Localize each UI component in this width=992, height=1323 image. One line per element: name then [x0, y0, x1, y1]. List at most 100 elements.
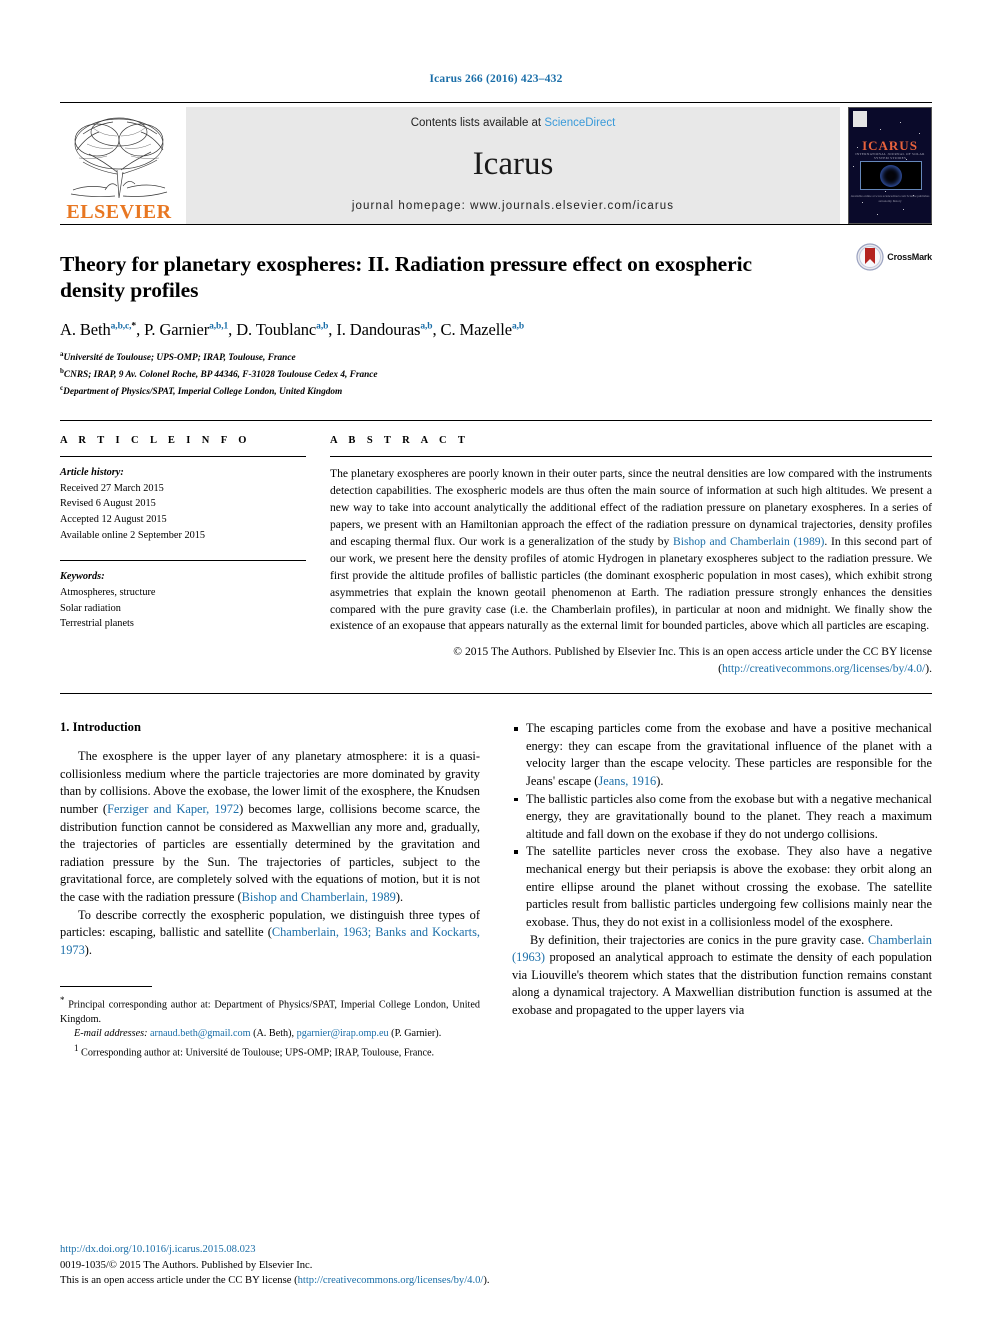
closing-text-b: proposed an analytical approach to estim… [512, 950, 932, 1017]
footnote-one-text: Corresponding author at: Université de T… [78, 1047, 435, 1059]
info-abstract-region: A R T I C L E I N F O Article history: R… [60, 435, 932, 678]
author-affil-marks: a,b [316, 321, 329, 332]
elsevier-tree-icon [70, 117, 168, 199]
info-top-rule [60, 420, 932, 422]
article-history-label: Article history: [60, 467, 124, 479]
masthead-center: Contents lists available at ScienceDirec… [186, 107, 840, 224]
author-name: D. Toublanc [236, 320, 317, 340]
author-corresponding-mark: * [131, 321, 137, 332]
article-history-block: Article history: Received 27 March 2015 … [60, 465, 306, 543]
author-name: I. Dandouras [336, 320, 421, 340]
crossmark-badge[interactable]: CrossMark [856, 243, 932, 271]
footnote-corresponding-author: * Principal corresponding author at: Dep… [60, 994, 480, 1028]
history-item: Available online 2 September 2015 [60, 529, 206, 541]
footnote-star-text: Principal corresponding author at: Depar… [60, 998, 480, 1025]
abstract-rule [330, 456, 932, 458]
footnote-emails: E-mail addresses: arnaud.beth@gmail.com … [60, 1027, 480, 1042]
affiliation-list: aUniversité de Toulouse; UPS-OMP; IRAP, … [60, 349, 932, 399]
footer-license-line: This is an open access article under the… [60, 1273, 932, 1289]
contents-prefix: Contents lists available at [410, 117, 545, 129]
affiliation-text: Department of Physics/SPAT, Imperial Col… [63, 386, 343, 397]
author-affil-marks: a,b [511, 321, 525, 332]
cc-license-link[interactable]: http://creativecommons.org/licenses/by/4… [722, 662, 925, 675]
closing-paragraph: By definition, their trajectories are co… [512, 932, 932, 1020]
author-name: C. Mazelle [440, 320, 512, 340]
history-item: Accepted 12 August 2015 [60, 514, 167, 526]
affiliation-item: cDepartment of Physics/SPAT, Imperial Co… [60, 383, 932, 400]
footer-license-pre: This is an open access article under the… [60, 1275, 298, 1287]
cover-elsevier-mark [853, 111, 867, 127]
abstract-part-2: . In this second part of our work, we pr… [330, 534, 932, 633]
cover-subtitle: INTERNATIONAL JOURNAL OF SOLAR SYSTEM ST… [855, 151, 925, 160]
body-column-left: 1. Introduction The exosphere is the upp… [60, 720, 480, 1061]
body-column-right: The escaping particles come from the exo… [512, 720, 932, 1061]
abstract-column: A B S T R A C T The planetary exospheres… [330, 435, 932, 678]
intro-paragraph-1: The exosphere is the upper layer of any … [60, 748, 480, 906]
citation-bishop-chamberlain[interactable]: Bishop and Chamberlain, 1989 [242, 890, 396, 904]
abstract-license-line: (http://creativecommons.org/licenses/by/… [330, 661, 932, 678]
bullet-0-text-a: The escaping particles come from the exo… [526, 721, 932, 789]
journal-homepage[interactable]: journal homepage: www.journals.elsevier.… [352, 200, 674, 212]
keyword-item: Solar radiation [60, 602, 121, 614]
section-heading-introduction: 1. Introduction [60, 720, 141, 735]
author-name: P. Garnier [144, 320, 210, 340]
list-item: The ballistic particles also come from t… [512, 791, 932, 844]
abstract-heading: A B S T R A C T [330, 435, 470, 447]
journal-title: Icarus [472, 146, 554, 182]
author-affil-marks: a,b [420, 321, 433, 332]
list-item: The satellite particles never cross the … [512, 843, 932, 931]
article-info-heading: A R T I C L E I N F O [60, 435, 251, 447]
abstract-bottom-rule [60, 693, 932, 695]
crossmark-label: CrossMark [887, 252, 932, 262]
footnote-one: 1 Corresponding author at: Université de… [60, 1042, 480, 1061]
intro-paragraph-2: To describe correctly the exospheric pop… [60, 907, 480, 960]
email-owner-garnier: (P. Garnier). [388, 1028, 442, 1040]
title-block: CrossMark Theory for planetary exosphere… [60, 225, 932, 399]
running-head: Icarus 266 (2016) 423–432 [429, 73, 563, 85]
body-columns: 1. Introduction The exosphere is the upp… [60, 720, 932, 1061]
paper-page: Icarus 266 (2016) 423–432 ELSEVIER Conte… [0, 0, 992, 1323]
bullet-0-text-b: ). [656, 774, 664, 789]
keywords-block: Keywords: Atmospheres, structure Solar r… [60, 560, 306, 632]
intro-p1-text-c: ). [395, 890, 404, 905]
keywords-label: Keywords: [60, 571, 105, 583]
email-link-garnier[interactable]: pgarnier@irap.omp.eu [297, 1028, 389, 1039]
affiliation-item: bCNRS; IRAP, 9 Av. Colonel Roche, BP 443… [60, 366, 932, 383]
journal-masthead: ELSEVIER Contents lists available at Sci… [60, 107, 932, 224]
abstract-text: The planetary exospheres are poorly know… [330, 466, 932, 635]
author-list: A. Betha,b,c,*, P. Garniera,b,1, D. Toub… [60, 320, 525, 340]
sciencedirect-link[interactable]: ScienceDirect [544, 117, 615, 129]
citation-ferziger-kaper[interactable]: Ferziger and Kaper, 1972 [107, 802, 239, 816]
footer-cc-license-link[interactable]: http://creativecommons.org/licenses/by/4… [298, 1275, 484, 1286]
footnote-separator [60, 985, 152, 987]
keyword-item: Atmospheres, structure [60, 586, 156, 598]
email-link-beth[interactable]: arnaud.beth@gmail.com [150, 1028, 250, 1039]
intro-p2-text-b: ). [84, 942, 93, 957]
bullet-2-text: The satellite particles never cross the … [526, 844, 932, 929]
affiliation-item: aUniversité de Toulouse; UPS-OMP; IRAP, … [60, 349, 932, 366]
contents-line: Contents lists available at ScienceDirec… [411, 117, 616, 129]
masthead-top-rule [60, 102, 932, 103]
abstract-copyright: © 2015 The Authors. Published by Elsevie… [453, 645, 932, 659]
history-item: Revised 6 August 2015 [60, 498, 156, 510]
history-item: Received 27 March 2015 [60, 482, 164, 494]
affiliation-text: CNRS; IRAP, 9 Av. Colonel Roche, BP 4434… [63, 370, 378, 381]
abstract-citation-bishop[interactable]: Bishop and Chamberlain (1989) [673, 535, 824, 548]
intro-p1-text-b: ) becomes large, collisions become scarc… [60, 802, 480, 905]
issn-copyright-line: 0019-1035/© 2015 The Authors. Published … [60, 1259, 313, 1271]
license-close-paren: ). [925, 662, 932, 676]
cover-caption: Available online at www.sciencedirect.co… [850, 194, 930, 204]
email-addresses-label: E-mail addresses: [74, 1028, 148, 1040]
affiliation-text: Université de Toulouse; UPS-OMP; IRAP, T… [63, 353, 296, 364]
page-footer: http://dx.doi.org/10.1016/j.icarus.2015.… [60, 1242, 932, 1289]
cover-artwork [860, 160, 922, 191]
particle-types-list: The escaping particles come from the exo… [512, 720, 932, 931]
doi-link[interactable]: http://dx.doi.org/10.1016/j.icarus.2015.… [60, 1242, 932, 1258]
author-name: A. Beth [60, 320, 111, 340]
elsevier-wordmark: ELSEVIER [66, 201, 172, 223]
footer-license-post: ). [483, 1275, 490, 1287]
citation-jeans[interactable]: Jeans, 1916 [598, 774, 656, 788]
author-affil-marks: a,b,1 [209, 321, 229, 332]
keyword-item: Terrestrial planets [60, 618, 134, 630]
crossmark-icon [856, 243, 884, 271]
